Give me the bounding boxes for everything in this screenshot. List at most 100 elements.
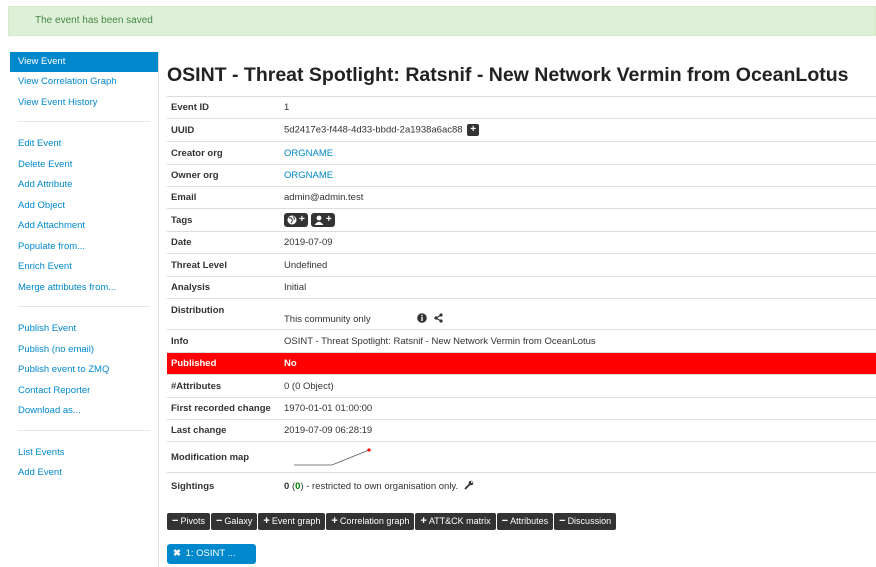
label-first-change: First recorded change (167, 397, 280, 420)
sidebar-separator (158, 52, 159, 567)
uuid-plus-button[interactable]: + (467, 124, 480, 136)
plus-icon: + (325, 214, 332, 225)
label-sightings: Sightings (167, 472, 280, 500)
plus-icon: + (299, 214, 305, 225)
sidebar-item-add-attribute[interactable]: Add Attribute (10, 175, 158, 196)
value-analysis: Initial (280, 276, 876, 299)
owner-org-link[interactable]: ORGNAME (284, 170, 333, 181)
label-creator-org: Creator org (167, 141, 280, 165)
label-email: Email (167, 186, 280, 209)
sidebar-divider (18, 306, 150, 307)
row-sightings: Sightings 0 (0) - restricted to own orga… (167, 472, 876, 500)
event-toolbar: − Pivots − Galaxy + Event graph + Correlatio… (167, 513, 617, 530)
value-last-change: 2019-07-09 06:28:19 (280, 419, 876, 442)
value-tags: + + (280, 208, 876, 232)
add-tag-button[interactable]: + (310, 212, 335, 227)
sidebar-item-view-event-history[interactable]: View Event History (10, 93, 158, 114)
sightings-count: 0 (284, 480, 290, 492)
user-icon (314, 215, 324, 225)
value-owner-org: ORGNAME (280, 164, 876, 187)
value-info: OSINT - Threat Spotlight: Ratsnif - New … (280, 329, 876, 353)
value-published: No (280, 352, 876, 375)
sidebar-item-list-events[interactable]: List Events (10, 443, 158, 464)
sidebar-item-publish-zmq[interactable]: Publish event to ZMQ (10, 360, 158, 381)
value-email: admin@admin.test (280, 186, 876, 209)
sidebar-item-view-correlation-graph[interactable]: View Correlation Graph (10, 72, 158, 93)
label-last-change: Last change (167, 419, 280, 442)
sidebar-item-add-object[interactable]: Add Object (10, 196, 158, 217)
label-threat-level: Threat Level (167, 253, 280, 277)
row-published: Published No (167, 352, 876, 375)
sidebar-item-view-event[interactable]: View Event (10, 52, 158, 72)
sidebar-item-enrich-event[interactable]: Enrich Event (10, 257, 158, 278)
toggle-discussion-button[interactable]: − Discussion (554, 513, 617, 530)
label-owner-org: Owner org (167, 164, 280, 187)
label-modification-map: Modification map (167, 441, 280, 473)
sidebar-item-add-attachment[interactable]: Add Attachment (10, 216, 158, 237)
row-event-id: Event ID 1 (167, 96, 876, 119)
label-tags: Tags (167, 208, 280, 232)
row-attributes: #Attributes 0 (0 Object) (167, 374, 876, 398)
row-tags: Tags + + (167, 208, 876, 232)
value-distribution: This community only (280, 298, 876, 330)
toggle-galaxy-button[interactable]: − Galaxy (210, 513, 258, 530)
info-icon[interactable] (417, 312, 428, 326)
row-first-change: First recorded change 1970-01-01 01:00:0… (167, 397, 876, 420)
value-modification-map (280, 441, 876, 473)
label-published: Published (167, 352, 280, 375)
event-metadata-table: Event ID 1 UUID 5d2417e3-f448-4d33-bbdd-… (167, 96, 876, 500)
toggle-attack-matrix-button[interactable]: + ATT&CK matrix (415, 513, 496, 530)
sidebar-item-download-as[interactable]: Download as... (10, 401, 158, 422)
distribution-text: This community only (284, 313, 371, 325)
value-creator-org: ORGNAME (280, 141, 876, 165)
row-analysis: Analysis Initial (167, 276, 876, 299)
creator-org-link[interactable]: ORGNAME (284, 148, 333, 159)
row-distribution: Distribution This community only (167, 298, 876, 330)
sidebar-item-edit-event[interactable]: Edit Event (10, 134, 158, 155)
row-threat-level: Threat Level Undefined (167, 253, 876, 277)
label-info: Info (167, 329, 280, 353)
value-event-id: 1 (280, 96, 876, 119)
toggle-attributes-button[interactable]: − Attributes (496, 513, 554, 530)
sidebar-item-publish-no-email[interactable]: Publish (no email) (10, 340, 158, 361)
toggle-correlation-graph-button[interactable]: + Correlation graph (326, 513, 415, 530)
label-attributes: #Attributes (167, 374, 280, 398)
wrench-icon[interactable] (464, 480, 474, 493)
label-uuid: UUID (167, 118, 280, 142)
sidebar-divider (18, 121, 150, 122)
sidebar-item-populate-from[interactable]: Populate from... (10, 237, 158, 258)
sightings-own-count: 0 (295, 480, 301, 492)
add-galaxy-tag-button[interactable]: + (284, 212, 308, 227)
label-distribution: Distribution (167, 298, 280, 330)
row-info: Info OSINT - Threat Spotlight: Ratsnif -… (167, 329, 876, 353)
value-sightings: 0 (0) - restricted to own organisation o… (280, 472, 876, 500)
sidebar-item-merge-attributes[interactable]: Merge attributes from... (10, 278, 158, 299)
value-attributes: 0 (0 Object) (280, 374, 876, 398)
pivot-label: 1: OSINT ... (185, 548, 236, 559)
row-last-change: Last change 2019-07-09 06:28:19 (167, 419, 876, 442)
sidebar-divider (18, 429, 150, 431)
share-icon[interactable] (434, 312, 443, 326)
sidebar-item-contact-reporter[interactable]: Contact Reporter (10, 381, 158, 402)
close-icon[interactable]: ✖ (173, 548, 181, 559)
row-creator-org: Creator org ORGNAME (167, 141, 876, 165)
sidebar-item-add-event[interactable]: Add Event (10, 463, 158, 484)
label-date: Date (167, 231, 280, 254)
pivot-pill[interactable]: ✖ 1: OSINT ... (167, 544, 256, 564)
label-analysis: Analysis (167, 276, 280, 299)
sidebar-item-delete-event[interactable]: Delete Event (10, 155, 158, 176)
value-threat-level: Undefined (280, 253, 876, 277)
toggle-pivots-button[interactable]: − Pivots (167, 513, 210, 530)
row-uuid: UUID 5d2417e3-f448-4d33-bbdd-2a1938a6ac8… (167, 118, 876, 142)
sightings-text: - restricted to own organisation only. (303, 480, 459, 492)
sidebar-item-publish-event[interactable]: Publish Event (10, 319, 158, 340)
value-uuid: 5d2417e3-f448-4d33-bbdd-2a1938a6ac88 + (280, 118, 876, 142)
row-date: Date 2019-07-09 (167, 231, 876, 254)
page-title: OSINT - Threat Spotlight: Ratsnif - New … (167, 64, 849, 86)
globe-icon (287, 215, 297, 224)
label-event-id: Event ID (167, 96, 280, 119)
toggle-event-graph-button[interactable]: + Event graph (258, 513, 326, 530)
success-alert: The event has been saved (8, 6, 876, 36)
sidebar: View Event View Correlation Graph View E… (10, 52, 158, 484)
uuid-text: 5d2417e3-f448-4d33-bbdd-2a1938a6ac88 (284, 124, 463, 136)
